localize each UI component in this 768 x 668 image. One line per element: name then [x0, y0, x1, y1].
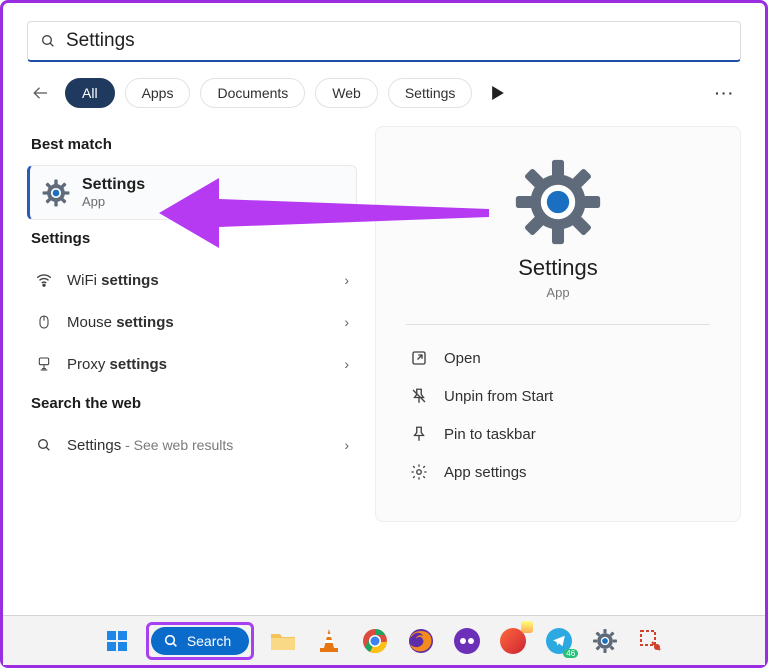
firefox-icon: [408, 628, 434, 654]
unpin-icon: [410, 387, 428, 405]
mouse-icon: [35, 313, 53, 331]
filter-tabs: All Apps Documents Web Settings ···: [27, 78, 741, 108]
search-bar[interactable]: [27, 21, 741, 62]
preview-subtitle: App: [406, 285, 710, 300]
action-label: Pin to taskbar: [444, 426, 536, 443]
proxy-icon: [35, 355, 53, 373]
action-unpin-start[interactable]: Unpin from Start: [406, 377, 710, 415]
filter-settings[interactable]: Settings: [388, 78, 473, 108]
more-button[interactable]: ···: [709, 85, 741, 101]
action-label: Unpin from Start: [444, 388, 553, 405]
snip-icon: [639, 629, 663, 653]
windows-icon: [105, 629, 129, 653]
result-label: Settings - See web results: [67, 437, 344, 454]
taskbar-telegram[interactable]: 46: [542, 624, 576, 658]
result-label: Proxy settings: [67, 356, 344, 373]
app-icon: [454, 628, 480, 654]
taskbar-app-avatar[interactable]: [496, 624, 530, 658]
chevron-right-icon: ›: [344, 272, 349, 288]
chevron-right-icon: ›: [344, 356, 349, 372]
telegram-badge: 46: [563, 649, 578, 658]
taskbar-search-highlight: Search: [146, 622, 254, 660]
section-settings: Settings: [31, 230, 353, 247]
filter-scroll-right[interactable]: [488, 86, 508, 100]
section-best-match: Best match: [31, 136, 353, 153]
action-pin-taskbar[interactable]: Pin to taskbar: [406, 415, 710, 453]
taskbar-firefox[interactable]: [404, 624, 438, 658]
preview-gear-icon: [515, 159, 601, 245]
taskbar-start[interactable]: [100, 624, 134, 658]
search-icon: [35, 436, 53, 454]
pin-icon: [410, 425, 428, 443]
taskbar-chrome[interactable]: [358, 624, 392, 658]
taskbar-app-purple[interactable]: [450, 624, 484, 658]
filter-web[interactable]: Web: [315, 78, 378, 108]
taskbar-search[interactable]: Search: [151, 627, 249, 655]
filter-documents[interactable]: Documents: [200, 78, 305, 108]
search-icon: [163, 633, 179, 649]
preview-title: Settings: [406, 255, 710, 281]
section-web: Search the web: [31, 395, 353, 412]
result-label: WiFi settings: [67, 272, 344, 289]
result-proxy-settings[interactable]: Proxy settings ›: [27, 343, 357, 385]
chevron-right-icon: ›: [344, 314, 349, 330]
result-label: Mouse settings: [67, 314, 344, 331]
gear-icon: [42, 179, 70, 207]
action-app-settings[interactable]: App settings: [406, 453, 710, 491]
action-open[interactable]: Open: [406, 339, 710, 377]
divider: [406, 324, 710, 325]
gear-icon: [410, 463, 428, 481]
search-icon: [40, 33, 56, 49]
chevron-right-icon: ›: [344, 437, 349, 453]
action-label: Open: [444, 350, 481, 367]
open-icon: [410, 349, 428, 367]
chrome-icon: [362, 628, 388, 654]
action-label: App settings: [444, 464, 527, 481]
gear-icon: [592, 628, 618, 654]
best-match-title: Settings: [82, 176, 145, 194]
result-mouse-settings[interactable]: Mouse settings ›: [27, 301, 357, 343]
taskbar-snip[interactable]: [634, 624, 668, 658]
result-wifi-settings[interactable]: WiFi settings ›: [27, 259, 357, 301]
avatar-badge: [521, 621, 533, 633]
filter-apps[interactable]: Apps: [125, 78, 191, 108]
best-match-subtitle: App: [82, 194, 145, 209]
taskbar-settings[interactable]: [588, 624, 622, 658]
search-input[interactable]: [66, 30, 728, 52]
taskbar-search-label: Search: [187, 633, 231, 649]
filter-all[interactable]: All: [65, 78, 115, 108]
preview-pane: Settings App Open Unpin from Start Pin t…: [375, 126, 741, 522]
taskbar-vlc[interactable]: [312, 624, 346, 658]
vlc-icon: [318, 628, 340, 654]
best-match-result[interactable]: Settings App: [27, 165, 357, 220]
folder-icon: [270, 630, 296, 652]
wifi-icon: [35, 271, 53, 289]
results-list: Best match Settings Ap: [27, 126, 357, 522]
back-button[interactable]: [27, 79, 55, 107]
result-web-settings[interactable]: Settings - See web results ›: [27, 424, 357, 466]
taskbar-explorer[interactable]: [266, 624, 300, 658]
taskbar: Search 46: [3, 615, 765, 665]
